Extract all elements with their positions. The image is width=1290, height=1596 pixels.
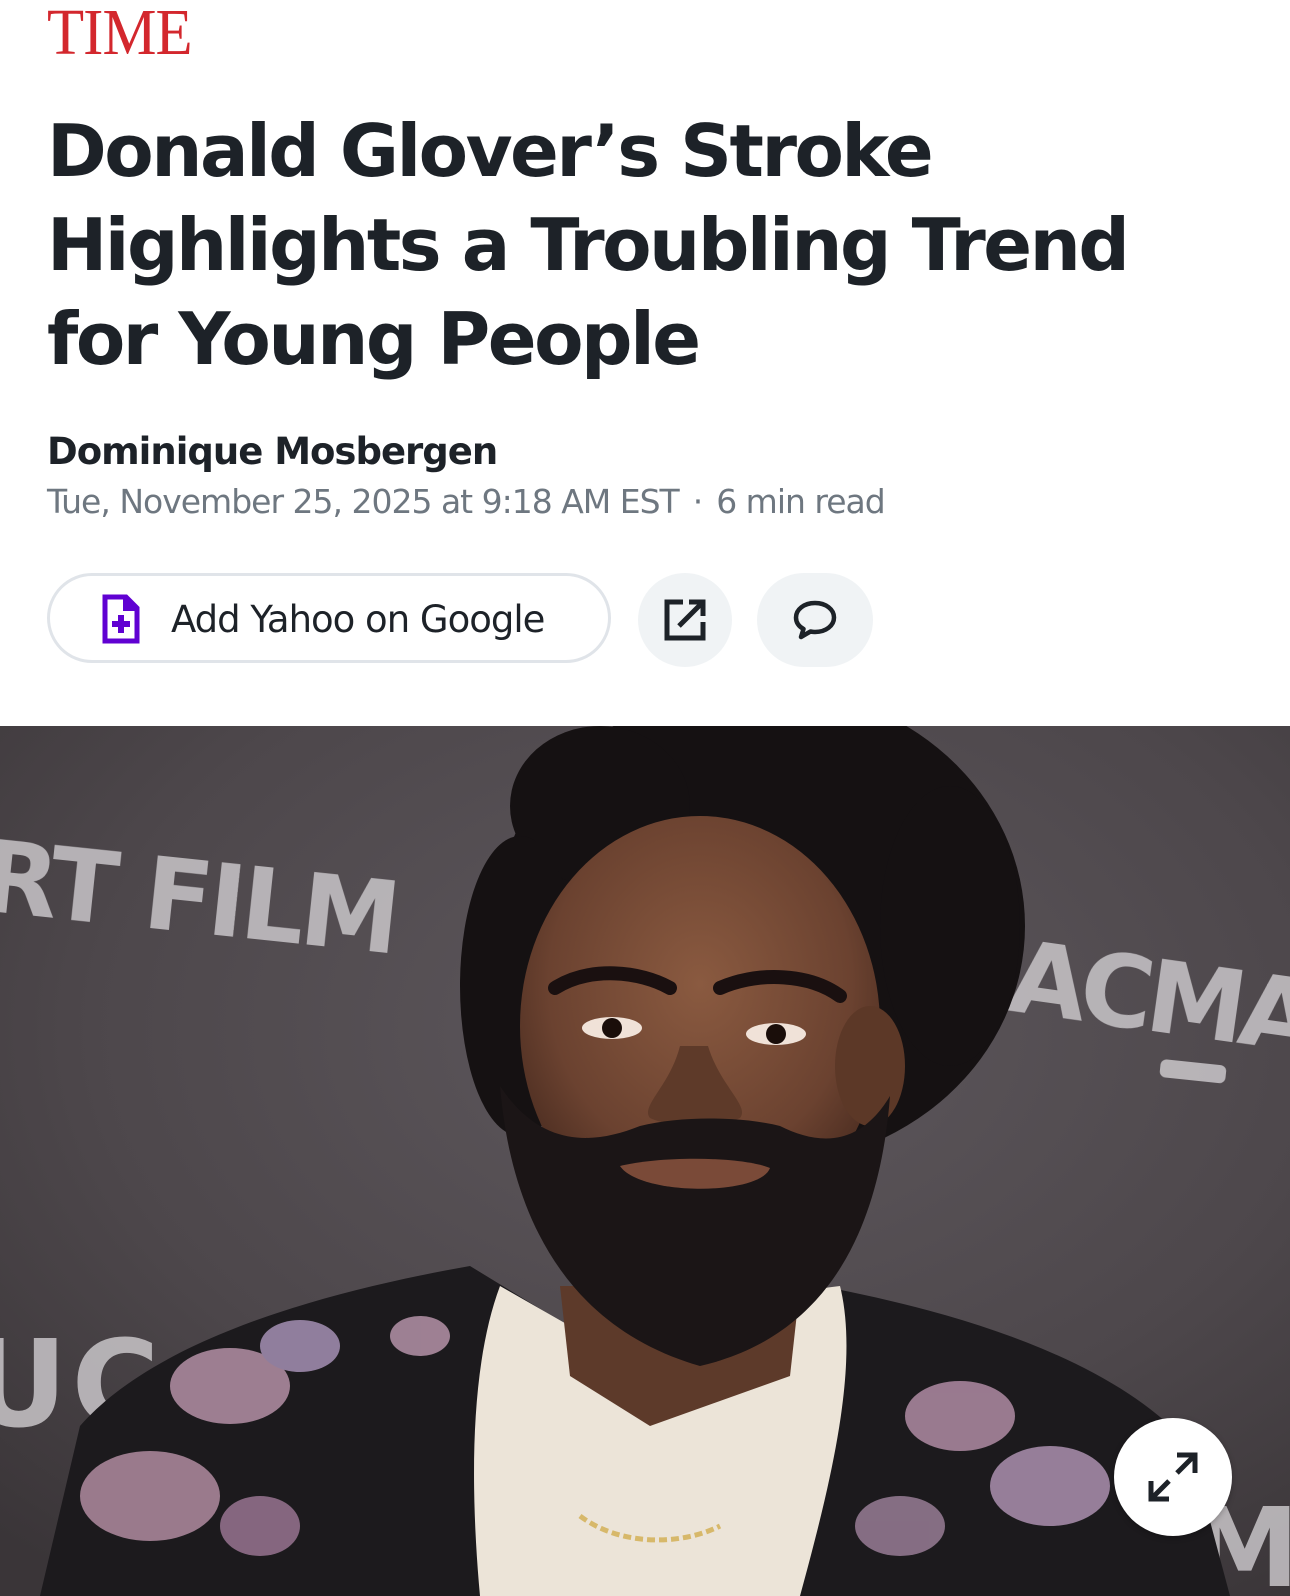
portrait-photo: RT FILM ACMA UC M	[0, 726, 1290, 1596]
author-name[interactable]: Dominique Mosbergen	[47, 430, 498, 474]
hero-image[interactable]: RT FILM ACMA UC M	[0, 726, 1290, 1596]
read-time: 6 min read	[716, 482, 886, 521]
article-headline: Donald Glover’s Stroke Highlights a Trou…	[47, 109, 1130, 381]
article-meta: Tue, November 25, 2025 at 9:18 AM EST · 6 …	[47, 482, 886, 522]
publisher-logo[interactable]: TIME	[47, 0, 193, 66]
expand-image-button[interactable]	[1114, 1418, 1232, 1536]
add-yahoo-label: Add Yahoo on Google	[171, 598, 545, 641]
share-external-icon	[664, 599, 706, 641]
comment-bubble-icon	[793, 600, 837, 640]
add-yahoo-on-google-button[interactable]: Add Yahoo on Google	[47, 573, 611, 663]
document-plus-icon	[102, 594, 140, 644]
publish-date: Tue, November 25, 2025 at 9:18 AM EST	[47, 482, 680, 521]
share-button[interactable]	[638, 573, 732, 667]
comments-button[interactable]	[757, 573, 873, 667]
expand-arrows-icon	[1148, 1452, 1198, 1502]
meta-separator: ·	[692, 482, 703, 521]
